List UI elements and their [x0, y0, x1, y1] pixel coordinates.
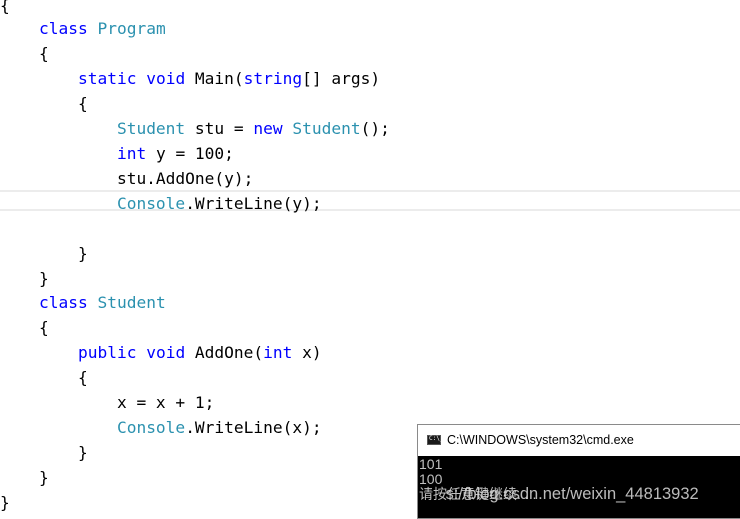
code-line[interactable]: static void Main(string[] args)	[0, 66, 380, 91]
code-token: }	[0, 468, 49, 487]
cmd-window-title: C:\WINDOWS\system32\cmd.exe	[447, 433, 634, 447]
code-token: stu.AddOne(y);	[0, 169, 254, 188]
code-token: [] args)	[302, 69, 381, 88]
keyword-token: class	[38, 293, 88, 312]
code-line[interactable]: }	[0, 241, 88, 266]
type-token: Student	[97, 293, 166, 312]
cmd-titlebar[interactable]: C:\WINDOWS\system32\cmd.exe	[418, 425, 740, 455]
code-token: }	[0, 244, 88, 263]
code-line[interactable]: int y = 100;	[0, 141, 234, 166]
cmd-output: 101 100 请按任意键继续. . .	[418, 456, 740, 518]
type-token: Program	[97, 19, 166, 38]
code-line[interactable]: {	[0, 91, 88, 116]
type-token: Student	[116, 119, 186, 138]
keyword-token: int	[116, 144, 147, 163]
code-line[interactable]: {	[0, 365, 88, 390]
code-token: {	[0, 94, 88, 113]
code-token: {	[0, 368, 88, 387]
keyword-token: int	[263, 343, 293, 362]
code-token: y = 100;	[146, 144, 234, 163]
code-token: }	[0, 443, 88, 462]
code-token: .WriteLine(x);	[185, 418, 322, 437]
code-token: stu =	[185, 119, 254, 138]
keyword-token: class	[38, 19, 88, 38]
code-line[interactable]: Console.WriteLine(y);	[0, 191, 322, 216]
keyword-token: static	[77, 69, 137, 88]
cmd-window[interactable]: C:\WINDOWS\system32\cmd.exe 101 100 请按任意…	[417, 424, 740, 519]
code-token: }	[0, 493, 10, 512]
type-token: Student	[292, 119, 361, 138]
type-token: Console	[116, 418, 186, 437]
code-token: {	[0, 318, 49, 337]
code-line[interactable]: }	[0, 465, 49, 490]
code-token: AddOne(	[185, 343, 264, 362]
code-line[interactable]: stu.AddOne(y);	[0, 166, 253, 191]
cmd-output-line: 101	[419, 456, 443, 472]
code-line[interactable]: class Student	[0, 290, 166, 315]
keyword-token: void	[146, 69, 186, 88]
code-line[interactable]: x = x + 1;	[0, 390, 214, 415]
keyword-token: new	[253, 119, 283, 138]
code-line[interactable]: }	[0, 266, 49, 291]
code-token: }	[0, 269, 49, 288]
keyword-token: string	[243, 69, 303, 88]
code-token: ();	[360, 119, 390, 138]
code-line[interactable]: class Program	[0, 16, 166, 41]
keyword-token: public	[77, 343, 137, 362]
code-token: {	[0, 0, 10, 15]
code-token: x)	[292, 343, 322, 362]
type-token: Console	[116, 194, 186, 213]
cmd-output-line: 100	[419, 471, 443, 487]
code-line[interactable]: {	[0, 315, 49, 340]
code-token: {	[0, 44, 49, 63]
code-line[interactable]: }	[0, 490, 10, 515]
keyword-token: void	[146, 343, 186, 362]
code-token: Main(	[185, 69, 244, 88]
code-line[interactable]: Student stu = new Student();	[0, 116, 390, 141]
code-token: x = x + 1;	[0, 393, 215, 412]
code-line[interactable]: public void AddOne(int x)	[0, 340, 322, 365]
cmd-output-line: 请按任意键继续. . .	[419, 486, 537, 502]
cmd-icon	[427, 433, 443, 445]
code-line[interactable]: Console.WriteLine(x);	[0, 415, 322, 440]
code-token: .WriteLine(y);	[185, 194, 322, 213]
code-line[interactable]: }	[0, 440, 88, 465]
code-line[interactable]: {	[0, 41, 49, 66]
